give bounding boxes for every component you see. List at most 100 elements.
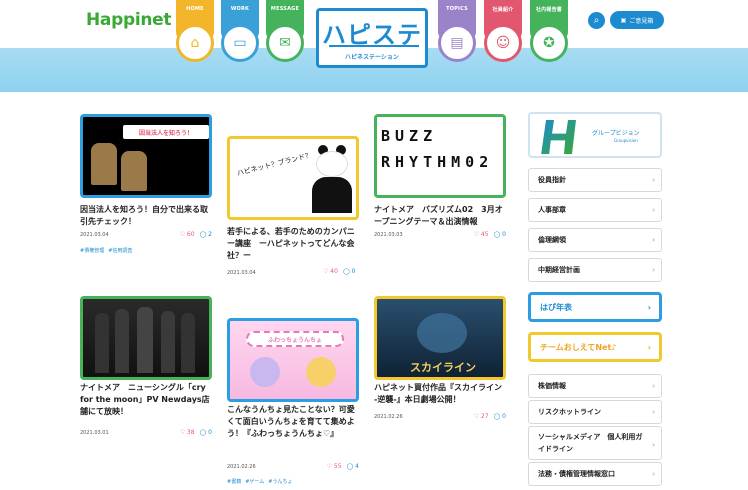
band-member [137,307,153,373]
article-card[interactable]: BUZZ RHYTHM02 ナイトメア バズリズム02 3月オープニングテーマ＆… [374,114,506,254]
thumb-caption: BUZZ RHYTHM02 [381,127,494,171]
band-member [115,309,129,373]
sidebar-item[interactable]: 法務・債権管理情報窓口 › [528,462,662,486]
brand-logo[interactable]: ハピステ ハピネステーション [316,8,428,68]
sidebar-item[interactable]: 人事部章 › [528,198,662,222]
sidebar-item[interactable]: リスクホットライン › [528,400,662,424]
bulb-icon: ✪ [530,24,568,62]
comment-icon[interactable]: ◯ 0 [200,429,212,436]
article-date: 2021.03.01 [80,430,109,436]
comment-icon[interactable]: ◯ 0 [494,413,506,420]
article-title[interactable]: こんなうんちょ見たことない？可愛くて面白いうんちょを育てて集めよう！『ふわっちょ… [227,404,359,440]
thumb-caption: 因当法人を知ろう！ [123,125,209,139]
sidebar-item[interactable]: 倫理綱領 › [528,228,662,252]
character-icon [306,357,336,387]
chevron-right-icon: › [652,176,655,184]
tag-link[interactable]: #書籍 [227,478,241,485]
chevron-right-icon: › [652,382,655,390]
heart-icon[interactable]: ♡ 45 [474,231,489,238]
article-title[interactable]: 因当法人を知ろう！自分で出来る取引先チェック！ [80,204,212,228]
brand-arrow-icon [329,45,419,47]
box-icon: ▣ [620,16,627,24]
sidebar-item[interactable]: ソーシャルメディア 個人利用ガイドライン › [528,426,662,460]
sidebar-item-label: ソーシャルメディア 個人利用ガイドライン [538,433,643,453]
tag-link[interactable]: #信用調査 [108,247,132,254]
search-icon: ⌕ [593,15,600,26]
article-title[interactable]: ナイトメア ニューシングル「cry for the moon」PV Newday… [80,382,212,418]
article-tags: #債権管理 #信用調査 [80,247,132,254]
comment-icon[interactable]: ◯ 2 [200,231,212,238]
comment-icon[interactable]: ◯ 0 [343,268,355,275]
tag-link[interactable]: #債権管理 [80,247,104,254]
article-date: 2021.03.04 [227,270,256,276]
article-card[interactable]: ふわっちょうんちょ こんなうんちょ見たことない？可愛くて面白いうんちょを育てて集… [227,318,359,488]
article-thumbnail[interactable]: スカイライン [374,296,506,380]
article-title[interactable]: ハピネット買付作品『スカイライン -逆襲-』本日劇場公開！ [374,382,506,406]
team-net-button[interactable]: チームおしえてNet♪ › [528,332,662,362]
comment-count: 0 [502,231,506,238]
group-vision-banner[interactable]: グループビジョン Groupvision [528,112,662,158]
search-button[interactable]: ⌕ [588,12,605,29]
nav-label: TOPICS [446,6,468,12]
heart-icon[interactable]: ♡ 27 [474,413,489,420]
tag-link[interactable]: #うんちょ [268,478,292,485]
comment-icon[interactable]: ◯ 0 [494,231,506,238]
article-stats: ♡ 60 ◯ 2 [180,231,212,238]
history-timeline-button[interactable]: はぴ年表 › [528,292,662,322]
chevron-right-icon: › [647,303,651,312]
sidebar-item-label: 中期経営計画 [538,266,580,274]
article-title[interactable]: ナイトメア バズリズム02 3月オープニングテーマ＆出演情報 [374,204,506,228]
like-count: 60 [186,231,195,238]
site-header: Happinet HOME ⌂ WORK ▭ MESSAGE ✉ ハピステ ハピ… [0,0,748,92]
article-thumbnail[interactable]: ハピネット？ブランド？ [227,136,359,220]
detective-figure [91,143,117,185]
house-icon: ⌂ [176,24,214,62]
tag-link[interactable]: #ゲーム [245,478,264,485]
heart-icon[interactable]: ♡ 40 [323,268,338,275]
movie-figure [417,313,467,353]
article-date: 2021.03.04 [80,232,109,238]
article-thumbnail[interactable] [80,296,212,380]
like-count: 55 [333,463,342,470]
comment-count: 4 [355,463,359,470]
sidebar-item-label: 株価情報 [538,382,566,390]
banner-title: グループビジョン [592,130,640,137]
chevron-right-icon: › [652,408,655,416]
article-thumbnail[interactable]: ふわっちょうんちょ [227,318,359,402]
sidebar-item-label: リスクホットライン [538,408,601,416]
opinion-box-button[interactable]: ▣ ご意見箱 [610,11,664,29]
article-thumbnail[interactable]: 因当法人を知ろう！ [80,114,212,198]
comment-count: 0 [208,429,212,436]
laptop-icon: ▭ [221,24,259,62]
article-card[interactable]: ナイトメア ニューシングル「cry for the moon」PV Newday… [80,296,212,436]
article-tags: #書籍 #ゲーム #うんちょ [227,478,292,485]
heart-icon[interactable]: ♡ 38 [180,429,195,436]
band-member [181,313,195,373]
article-stats: ♡ 27 ◯ 0 [474,413,506,420]
thumb-caption: スカイライン [410,361,476,374]
article-stats: ♡ 45 ◯ 0 [474,231,506,238]
people-icon: ☺ [484,24,522,62]
thumb-caption: ハピネット？ブランド？ [236,151,313,178]
happinet-logo[interactable]: Happinet [86,10,172,30]
article-card[interactable]: スカイライン ハピネット買付作品『スカイライン -逆襲-』本日劇場公開！ 202… [374,296,506,436]
article-stats: ♡ 40 ◯ 0 [323,268,355,275]
like-count: 45 [480,231,489,238]
detective-figure [121,151,147,191]
article-title[interactable]: 若手による、若手のためのカンパニー講座 ーハピネットってどんな会社？ー [227,226,359,262]
nav-label: HOME [186,6,204,12]
sidebar-item-label: 人事部章 [538,206,566,214]
heart-icon[interactable]: ♡ 60 [180,231,195,238]
comment-icon[interactable]: ◯ 4 [347,463,359,470]
sidebar-item[interactable]: 役員指針 › [528,168,662,192]
heart-icon[interactable]: ♡ 55 [327,463,342,470]
big-button-label: チームおしえてNet♪ [540,342,617,352]
sidebar-item[interactable]: 株価情報 › [528,374,662,398]
sidebar-item[interactable]: 中期経営計画 › [528,258,662,282]
nav-label: WORK [230,6,250,12]
article-card[interactable]: 因当法人を知ろう！ 因当法人を知ろう！自分で出来る取引先チェック！ 2021.0… [80,114,212,254]
character-icon [250,357,280,387]
nav-label: MESSAGE [270,6,300,12]
article-thumbnail[interactable]: BUZZ RHYTHM02 [374,114,506,198]
brand-subtitle: ハピネステーション [345,54,399,61]
